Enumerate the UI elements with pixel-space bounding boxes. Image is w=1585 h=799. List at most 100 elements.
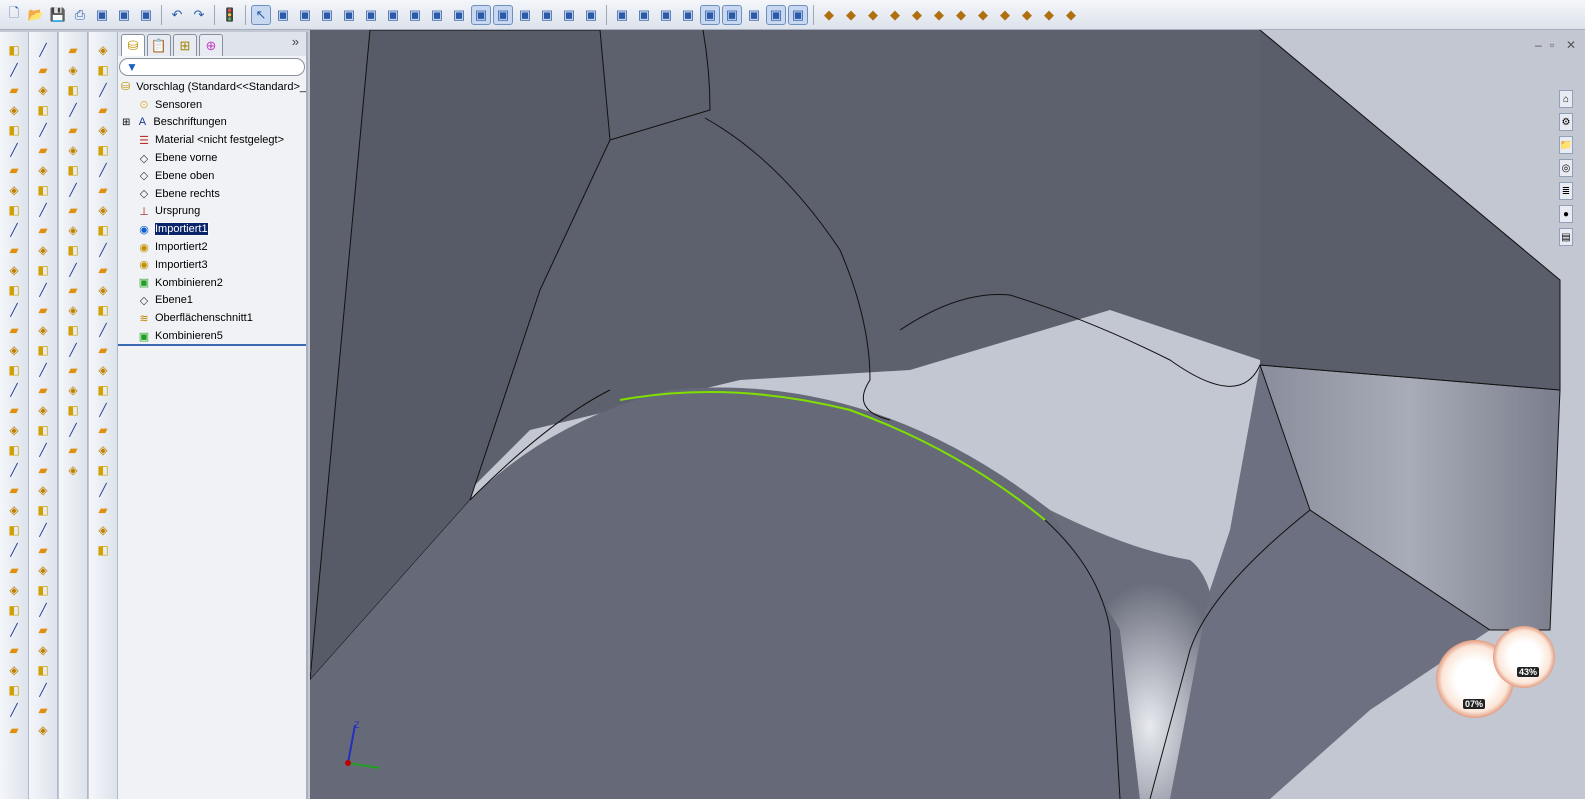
feature-tool-icon[interactable]: ◧ [35, 582, 51, 598]
feature-tool-icon[interactable]: ◧ [95, 62, 111, 78]
feature-tool-icon[interactable]: ◈ [35, 162, 51, 178]
feature-tool-icon[interactable]: ◈ [65, 62, 81, 78]
feature-tool-icon[interactable]: ◧ [6, 42, 22, 58]
feature-tool-icon[interactable]: ▰ [95, 102, 111, 118]
feature-tool-icon[interactable]: ╱ [6, 622, 22, 638]
feature-tool-icon[interactable]: ◈ [65, 222, 81, 238]
feature-tool-icon[interactable]: ▰ [35, 302, 51, 318]
feature-tool-icon[interactable]: ◈ [95, 522, 111, 538]
tree-item[interactable]: ◇ Ebene1 [118, 292, 306, 310]
feature-tool-icon[interactable]: ▰ [65, 122, 81, 138]
feature-tool-icon[interactable]: ◈ [35, 322, 51, 338]
tree-item[interactable]: ≋ Oberflächenschnitt1 [118, 309, 306, 327]
view-palette-tab[interactable]: ≣ [1559, 182, 1573, 200]
feature-tool-icon[interactable]: ◈ [35, 242, 51, 258]
feature-tool-icon[interactable]: ╱ [95, 82, 111, 98]
tree-item[interactable]: ▣ Kombinieren2 [118, 274, 306, 292]
feature-tool-icon[interactable]: ◧ [95, 462, 111, 478]
view-front-icon[interactable]: ▣ [273, 5, 293, 25]
feature-tool-icon[interactable]: ╱ [35, 682, 51, 698]
view-right-icon[interactable]: ▣ [339, 5, 359, 25]
hide-show-icon[interactable]: ▣ [581, 5, 601, 25]
feature-tool-icon[interactable]: ╱ [95, 242, 111, 258]
tree-item[interactable]: ⊥ Ursprung [118, 203, 306, 221]
feature-tool-icon[interactable]: ╱ [35, 602, 51, 618]
tree-item[interactable]: ◇ Ebene rechts [118, 185, 306, 203]
feature-tool-icon[interactable]: ▰ [35, 622, 51, 638]
normal-to-icon[interactable]: ▣ [471, 4, 491, 25]
feature-tool-icon[interactable]: ◈ [95, 362, 111, 378]
configurationmanager-tab[interactable]: ⊞ [173, 34, 197, 56]
curvature-icon[interactable]: ◆ [1039, 5, 1059, 25]
feature-tool-icon[interactable]: ╱ [35, 442, 51, 458]
open-icon[interactable]: 📂 [26, 5, 46, 25]
feature-tool-icon[interactable]: ▰ [6, 82, 22, 98]
feature-tool-icon[interactable]: ◧ [95, 382, 111, 398]
symmetry-check-icon[interactable]: ◆ [1061, 5, 1081, 25]
tree-item[interactable]: ◇ Ebene oben [118, 167, 306, 185]
feature-tool-icon[interactable]: ◧ [35, 502, 51, 518]
tree-item[interactable]: ◉ Importiert3 [118, 256, 306, 274]
feature-tool-icon[interactable]: ◈ [95, 442, 111, 458]
section-view-icon[interactable]: ▣ [537, 5, 557, 25]
options-icon[interactable]: ▣ [136, 5, 156, 25]
feature-tool-icon[interactable]: ◈ [35, 722, 51, 738]
view-bottom-icon[interactable]: ▣ [383, 5, 403, 25]
feature-tool-icon[interactable]: ╱ [95, 322, 111, 338]
measure-icon[interactable]: ◆ [819, 5, 839, 25]
feature-tool-icon[interactable]: ▰ [95, 342, 111, 358]
tree-filter-input[interactable]: ▼ [119, 58, 305, 76]
feature-tool-icon[interactable]: ▰ [35, 702, 51, 718]
feature-tool-icon[interactable]: ◧ [65, 402, 81, 418]
feature-tool-icon[interactable]: ◈ [6, 342, 22, 358]
custom-properties-tab[interactable]: ▤ [1559, 228, 1573, 246]
view-back-icon[interactable]: ▣ [295, 5, 315, 25]
feature-tool-icon[interactable]: ◧ [6, 362, 22, 378]
points-icon[interactable]: ▣ [700, 4, 720, 25]
axes-icon[interactable]: ▣ [678, 5, 698, 25]
feature-tool-icon[interactable]: ◈ [35, 402, 51, 418]
view-top-icon[interactable]: ▣ [361, 5, 381, 25]
feature-tool-icon[interactable]: ◈ [95, 122, 111, 138]
feature-tool-icon[interactable]: ◈ [6, 502, 22, 518]
feature-tool-icon[interactable]: ◧ [35, 342, 51, 358]
feature-tool-icon[interactable]: ╱ [65, 102, 81, 118]
view-left-icon[interactable]: ▣ [317, 5, 337, 25]
feature-tool-icon[interactable]: ╱ [65, 182, 81, 198]
feature-tool-icon[interactable]: ◧ [6, 122, 22, 138]
feature-tool-icon[interactable]: ▰ [6, 162, 22, 178]
feature-tool-icon[interactable]: ▰ [65, 362, 81, 378]
feature-tool-icon[interactable]: ◧ [6, 442, 22, 458]
feature-tool-icon[interactable]: ◈ [65, 462, 81, 478]
feature-tool-icon[interactable]: ╱ [35, 282, 51, 298]
feature-tool-icon[interactable]: ◧ [95, 142, 111, 158]
feature-tool-icon[interactable]: ▰ [95, 422, 111, 438]
feature-tool-icon[interactable]: ▰ [6, 642, 22, 658]
appearances-tab[interactable]: ● [1559, 205, 1573, 223]
feature-tool-icon[interactable]: ◧ [65, 322, 81, 338]
feature-tool-icon[interactable]: ╱ [6, 382, 22, 398]
lights-icon[interactable]: ▣ [788, 4, 808, 25]
minimize-button[interactable]: – [1535, 38, 1542, 52]
tree-item[interactable]: ▣ Kombinieren5 [118, 327, 306, 345]
tree-root[interactable]: ⛁ Vorschlag (Standard<<Standard>_ [118, 78, 306, 96]
feature-tool-icon[interactable]: ╱ [95, 162, 111, 178]
feature-tool-icon[interactable]: ◧ [6, 522, 22, 538]
feature-tool-icon[interactable]: ▰ [35, 382, 51, 398]
expand-icon[interactable]: ⊞ [122, 117, 130, 128]
smart-dimension-icon[interactable]: ▣ [634, 5, 654, 25]
feature-tool-icon[interactable]: ◧ [6, 202, 22, 218]
design-library-tab[interactable]: ⚙ [1559, 113, 1573, 131]
draft-analysis-icon[interactable]: ◆ [973, 5, 993, 25]
feature-tool-icon[interactable]: ◧ [6, 282, 22, 298]
feature-tool-icon[interactable]: ▰ [6, 722, 22, 738]
feature-tool-icon[interactable]: ▰ [65, 42, 81, 58]
feature-tool-icon[interactable]: ╱ [6, 142, 22, 158]
feature-tool-icon[interactable]: ◧ [95, 302, 111, 318]
feature-tool-icon[interactable]: ◈ [95, 202, 111, 218]
feature-tool-icon[interactable]: ▰ [95, 182, 111, 198]
feature-tool-icon[interactable]: ▰ [35, 142, 51, 158]
more-tabs-button[interactable]: » [292, 34, 303, 54]
new-document-icon[interactable]: 🗋 [4, 5, 24, 25]
view-dimetric-icon[interactable]: ▣ [449, 5, 469, 25]
